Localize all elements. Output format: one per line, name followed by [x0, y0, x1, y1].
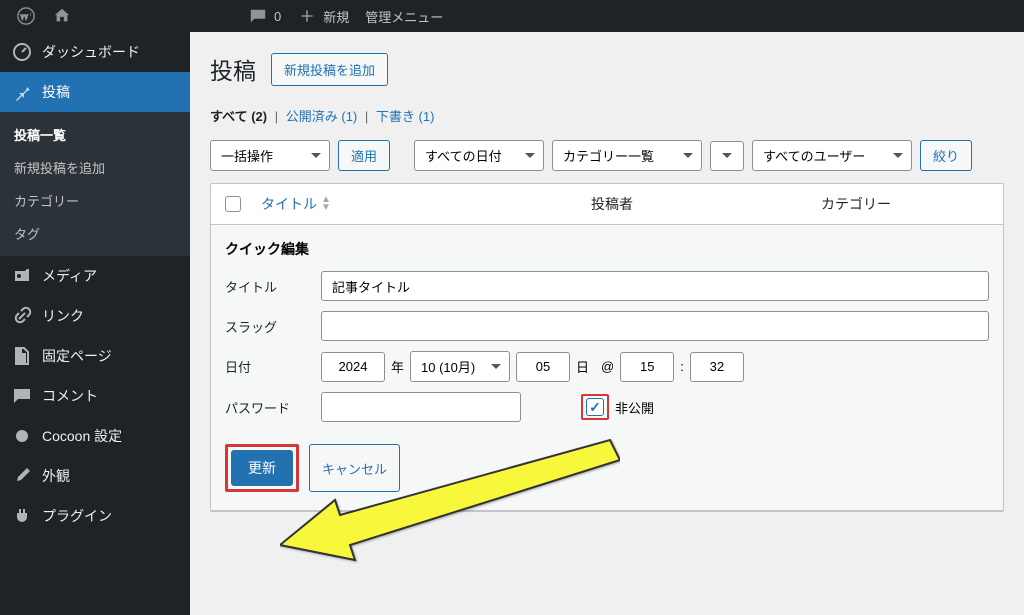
main-content: 投稿 新規投稿を追加 すべて (2) | 公開済み (1) | 下書き (1) …: [190, 32, 1024, 615]
sidebar-item-appearance[interactable]: 外観: [0, 456, 190, 496]
home-icon: [52, 6, 72, 26]
day-input[interactable]: [516, 352, 570, 382]
sidebar-sub-categories[interactable]: カテゴリー: [0, 184, 190, 217]
private-checkbox[interactable]: ✓: [586, 398, 604, 416]
private-label: 非公開: [615, 398, 654, 417]
column-author: 投稿者: [591, 194, 821, 214]
sidebar-item-media[interactable]: メディア: [0, 256, 190, 296]
dashboard-icon: [12, 42, 32, 62]
quick-edit-panel: クイック編集 タイトル スラッグ 日付 年 10 (10月) 日 @ :: [211, 225, 1003, 511]
column-title[interactable]: タイトル ▲▼: [261, 194, 591, 214]
sidebar-item-comments[interactable]: コメント: [0, 376, 190, 416]
page-header: 投稿 新規投稿を追加: [210, 52, 1004, 86]
table-nav: 一括操作 適用 すべての日付 カテゴリー一覧 すべてのユーザー 絞り: [210, 140, 1004, 171]
apply-button[interactable]: 適用: [338, 140, 390, 171]
sidebar-item-label: プラグイン: [42, 506, 112, 526]
admin-menu-link[interactable]: 管理メニュー: [357, 0, 451, 32]
sidebar-item-dashboard[interactable]: ダッシュボード: [0, 32, 190, 72]
select-all-checkbox[interactable]: [225, 196, 241, 212]
hour-input[interactable]: [620, 352, 674, 382]
post-status-filters: すべて (2) | 公開済み (1) | 下書き (1): [210, 106, 1004, 125]
sidebar-item-label: 外観: [42, 466, 70, 486]
comments-icon: [12, 386, 32, 406]
cocoon-icon: [12, 426, 32, 446]
comment-count: 0: [274, 9, 281, 24]
password-label: パスワード: [225, 398, 321, 417]
brush-icon: [12, 466, 32, 486]
minute-input[interactable]: [690, 352, 744, 382]
admin-sidebar: ダッシュボード 投稿 投稿一覧 新規投稿を追加 カテゴリー タグ メディア リン…: [0, 32, 190, 615]
year-suffix: 年: [391, 357, 404, 376]
posts-table: タイトル ▲▼ 投稿者 カテゴリー クイック編集 タイトル スラッグ 日付 年 …: [210, 183, 1004, 512]
at-symbol: @: [601, 359, 614, 374]
add-new-button[interactable]: 新規投稿を追加: [271, 53, 388, 86]
new-content-link[interactable]: 新規: [289, 0, 357, 32]
update-highlight: 更新: [225, 444, 299, 492]
sidebar-item-pages[interactable]: 固定ページ: [0, 336, 190, 376]
quick-edit-heading: クイック編集: [225, 239, 989, 259]
home-link[interactable]: [44, 0, 80, 32]
comment-icon: [248, 6, 268, 26]
sidebar-item-label: 固定ページ: [42, 346, 112, 366]
sort-icon: ▲▼: [321, 196, 331, 212]
wp-logo[interactable]: [8, 0, 44, 32]
title-input[interactable]: [321, 271, 989, 301]
time-colon: :: [680, 359, 684, 374]
wordpress-icon: [16, 6, 36, 26]
media-icon: [12, 266, 32, 286]
sidebar-item-label: Cocoon 設定: [42, 426, 122, 446]
bulk-action-select[interactable]: 一括操作: [210, 140, 330, 171]
sidebar-sub-posts-add[interactable]: 新規投稿を追加: [0, 151, 190, 184]
sidebar-sub-posts-list[interactable]: 投稿一覧: [0, 118, 190, 151]
sidebar-posts-submenu: 投稿一覧 新規投稿を追加 カテゴリー タグ: [0, 112, 190, 256]
comments-link[interactable]: 0: [240, 0, 289, 32]
filter-all[interactable]: すべて (2): [210, 109, 267, 124]
month-select[interactable]: 10 (10月): [410, 351, 510, 382]
admin-topbar: 0 新規 管理メニュー: [0, 0, 1024, 32]
sidebar-item-label: 投稿: [42, 82, 70, 102]
table-header: タイトル ▲▼ 投稿者 カテゴリー: [211, 184, 1003, 225]
column-categories: カテゴリー: [821, 194, 891, 214]
quick-edit-actions: 更新 キャンセル: [225, 444, 989, 492]
filter-draft[interactable]: 下書き (1): [376, 109, 435, 124]
slug-input[interactable]: [321, 311, 989, 341]
link-icon: [12, 306, 32, 326]
sidebar-item-plugins[interactable]: プラグイン: [0, 496, 190, 536]
day-suffix: 日: [576, 357, 589, 376]
private-highlight: ✓: [581, 394, 609, 420]
title-label: タイトル: [225, 277, 321, 296]
page-title: 投稿: [210, 52, 256, 86]
sidebar-item-posts[interactable]: 投稿: [0, 72, 190, 112]
extra-filter-select[interactable]: [710, 141, 744, 171]
filter-published[interactable]: 公開済み (1): [286, 109, 358, 124]
pin-icon: [12, 82, 32, 102]
new-label: 新規: [323, 7, 349, 26]
page-icon: [12, 346, 32, 366]
admin-menu-label: 管理メニュー: [365, 7, 443, 26]
sidebar-sub-tags[interactable]: タグ: [0, 217, 190, 250]
plugin-icon: [12, 506, 32, 526]
category-filter-select[interactable]: カテゴリー一覧: [552, 140, 702, 171]
date-filter-select[interactable]: すべての日付: [414, 140, 544, 171]
year-input[interactable]: [321, 352, 385, 382]
user-filter-select[interactable]: すべてのユーザー: [752, 140, 912, 171]
slug-label: スラッグ: [225, 317, 321, 336]
update-button[interactable]: 更新: [231, 450, 293, 486]
password-input[interactable]: [321, 392, 521, 422]
date-label: 日付: [225, 357, 321, 376]
cancel-button[interactable]: キャンセル: [309, 444, 400, 492]
sidebar-item-label: メディア: [42, 266, 97, 286]
plus-icon: [297, 6, 317, 26]
sidebar-item-links[interactable]: リンク: [0, 296, 190, 336]
sidebar-item-label: コメント: [42, 386, 98, 406]
sidebar-item-cocoon[interactable]: Cocoon 設定: [0, 416, 190, 456]
sidebar-item-label: ダッシュボード: [42, 42, 140, 62]
sidebar-item-label: リンク: [42, 306, 84, 326]
filter-button[interactable]: 絞り: [920, 140, 972, 171]
